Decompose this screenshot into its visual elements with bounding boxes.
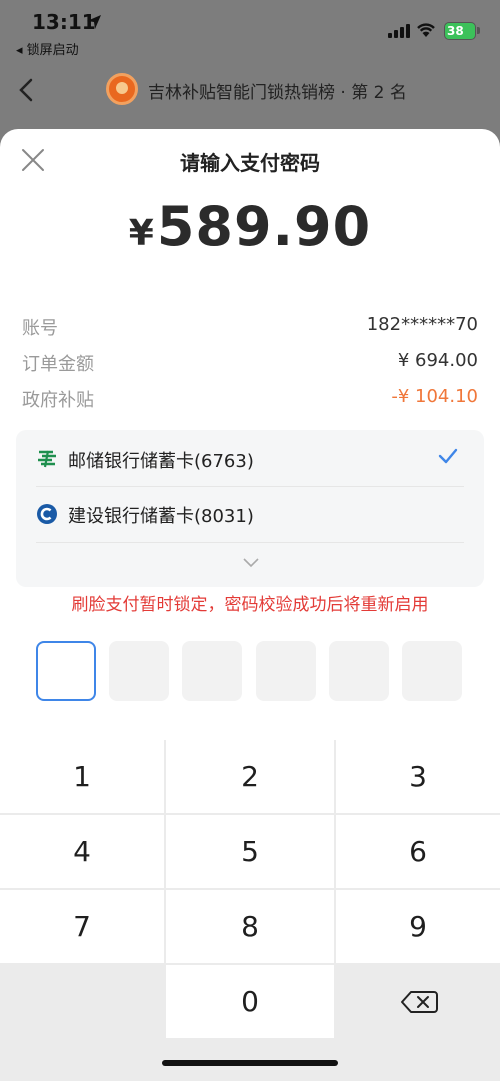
bank-name: 邮储银行储蓄卡(6763) [68,451,254,472]
cellular-signal-icon [388,24,410,38]
sheet-title: 请输入支付密码 [180,151,320,175]
key-1[interactable]: 1 [0,740,164,813]
pin-digit-box[interactable] [329,641,389,701]
pin-digit-box[interactable] [402,641,462,701]
battery-tip [477,27,480,34]
bank-name: 建设银行储蓄卡(8031) [68,506,254,527]
background-page-header: 吉林补贴智能门锁热销榜 · 第 2 名 [0,62,500,122]
pin-digit-box[interactable] [256,641,316,701]
battery-icon: 38 [444,22,476,40]
order-amount-row: 订单金额 ¥ 694.00 [22,350,478,378]
key-5[interactable]: 5 [166,815,334,888]
account-row: 账号 182******70 [22,314,478,342]
pin-digit-box[interactable] [182,641,242,701]
psbc-logo-icon [38,450,56,468]
subsidy-value: -¥ 104.10 [391,386,478,407]
payment-amount: ¥589.90 [0,195,500,258]
chevron-down-icon[interactable] [243,558,259,568]
home-indicator [162,1060,338,1066]
order-amount-label: 订单金额 [22,354,94,375]
pin-digit-box[interactable] [36,641,96,701]
bank-option-psbc[interactable]: 邮储银行储蓄卡(6763) [16,432,484,488]
payment-method-list: 邮储银行储蓄卡(6763) 建设银行储蓄卡(8031) [16,430,484,587]
bank-option-ccb[interactable]: 建设银行储蓄卡(8031) [16,487,484,543]
backspace-icon [401,991,438,1013]
account-value: 182******70 [366,314,478,335]
subsidy-label: 政府补贴 [22,390,94,411]
account-label: 账号 [22,318,58,339]
key-2[interactable]: 2 [166,740,334,813]
key-blank [0,965,164,1038]
payment-password-sheet: 请输入支付密码 ¥589.90 账号 182******70 订单金额 ¥ 69… [0,129,500,1081]
back-chevron-icon[interactable] [18,78,34,102]
face-pay-locked-warning: 刷脸支付暂时锁定，密码校验成功后将重新启用 [71,595,429,615]
currency-symbol: ¥ [128,213,155,254]
key-6[interactable]: 6 [336,815,500,888]
divider [36,542,464,543]
subsidy-row: 政府补贴 -¥ 104.10 [22,386,478,414]
numeric-keypad: 1 2 3 4 5 6 7 8 9 0 [0,740,500,1081]
back-to-app-link[interactable]: ◂ 锁屏启动 [16,39,79,58]
checkmark-icon [438,448,458,464]
key-7[interactable]: 7 [0,890,164,963]
key-delete[interactable] [336,965,500,1038]
pin-digit-box[interactable] [109,641,169,701]
key-4[interactable]: 4 [0,815,164,888]
key-3[interactable]: 3 [336,740,500,813]
order-amount-value: ¥ 694.00 [397,350,478,371]
location-arrow-icon [87,15,101,29]
subsidy-badge-icon [106,73,138,105]
amount-value: 589.90 [156,195,372,258]
key-0[interactable]: 0 [166,965,334,1038]
ccb-logo-icon [37,504,57,524]
key-9[interactable]: 9 [336,890,500,963]
key-8[interactable]: 8 [166,890,334,963]
wifi-icon [417,23,435,37]
status-bar: 13:11 ◂ 锁屏启动 38 [0,0,500,62]
background-page-title: 吉林补贴智能门锁热销榜 · 第 2 名 [148,83,407,103]
